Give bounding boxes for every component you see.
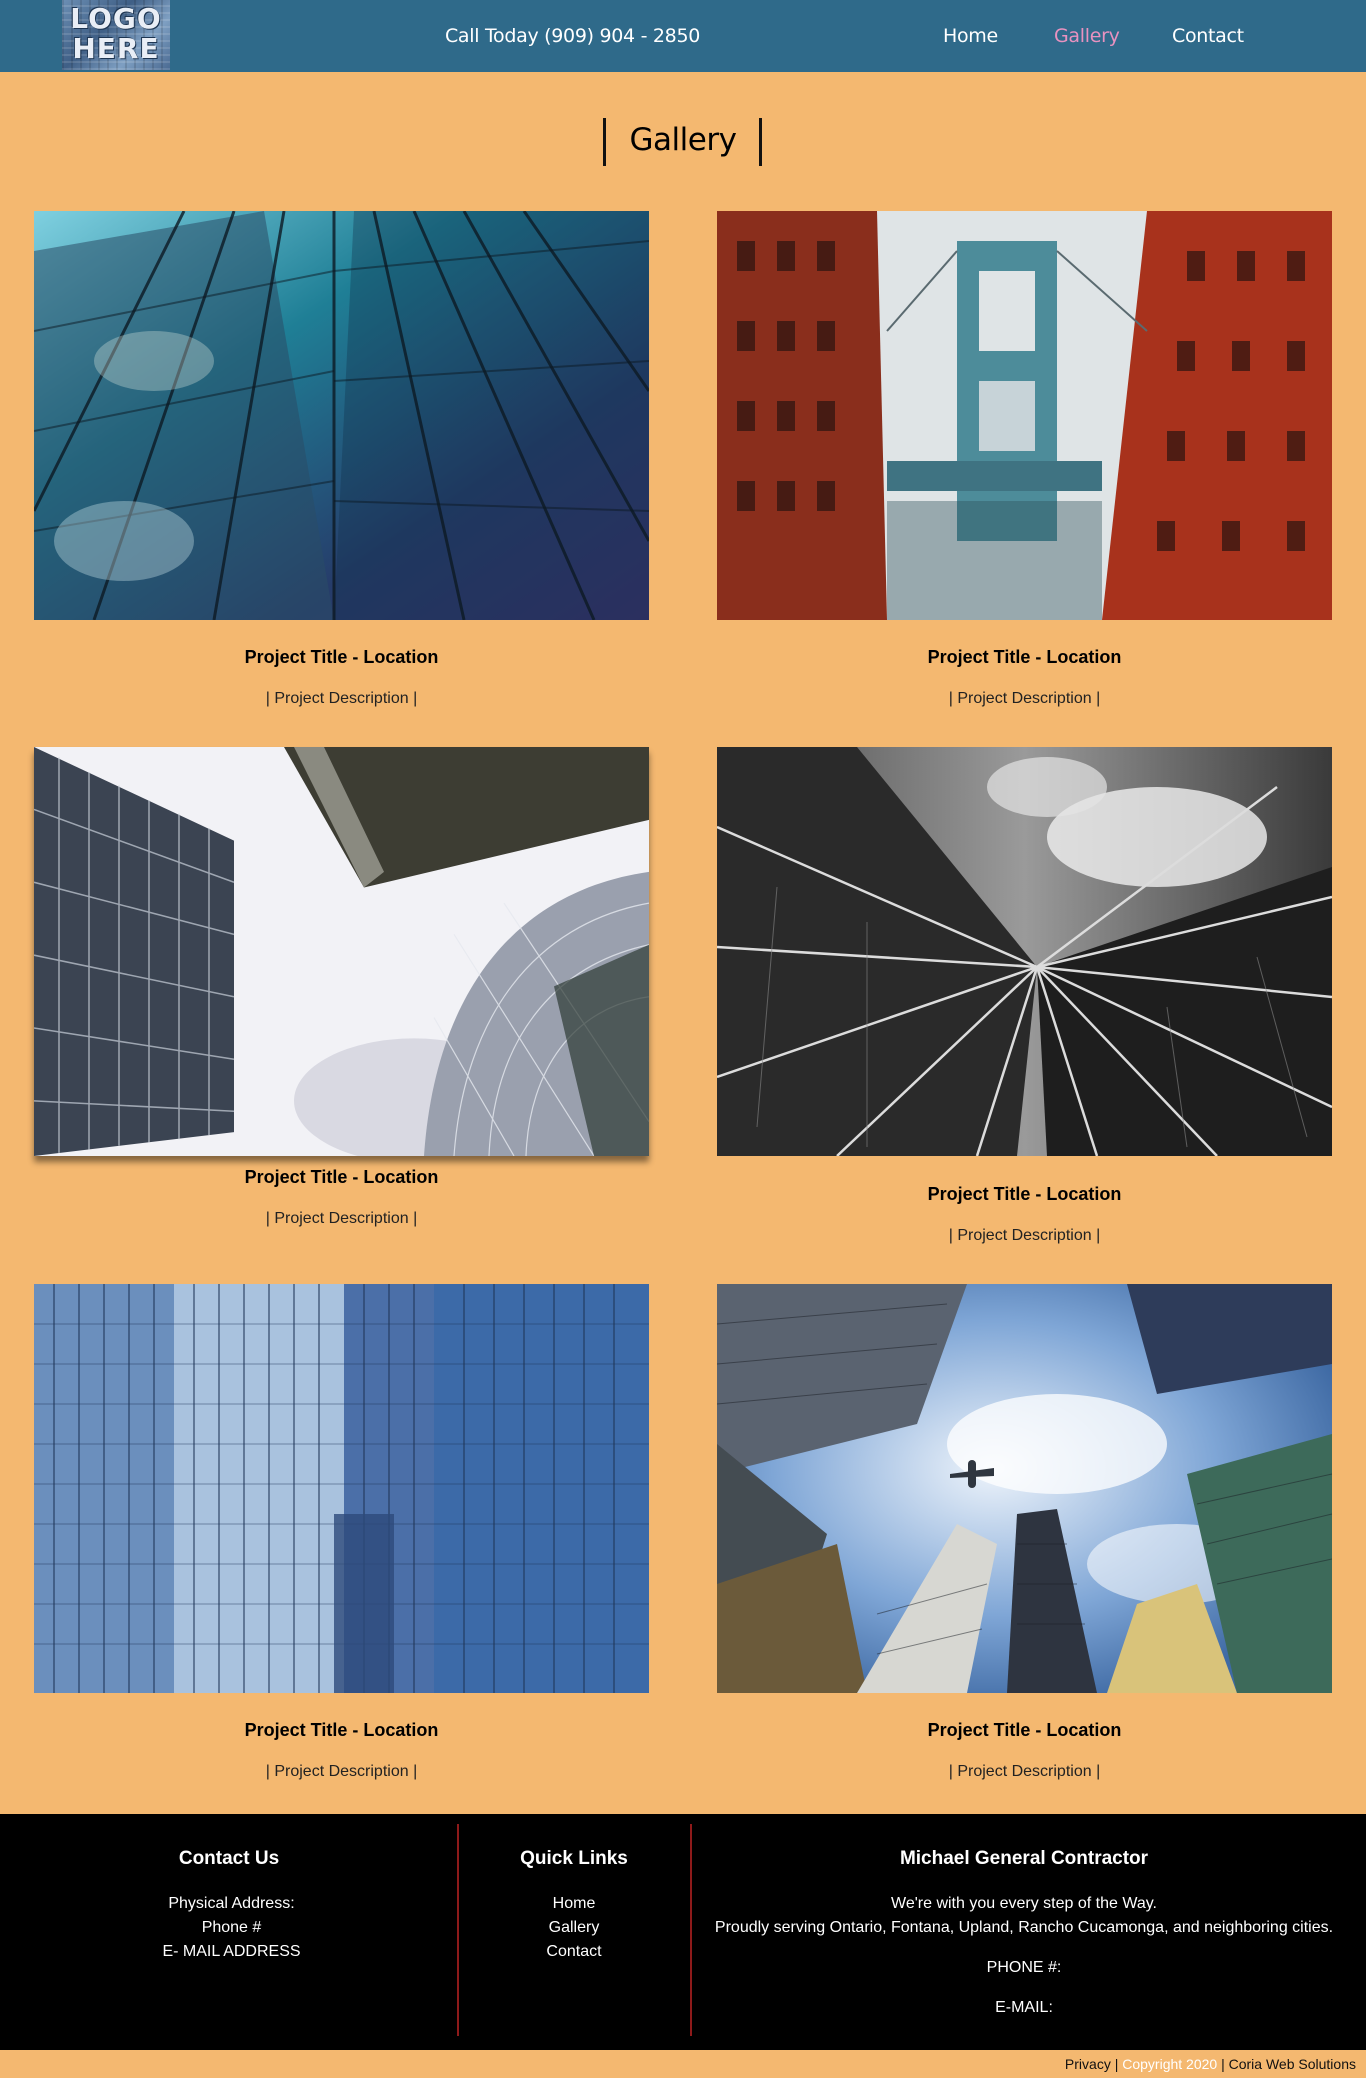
gallery-image-3[interactable] xyxy=(34,747,649,1156)
nav-contact[interactable]: Contact xyxy=(1172,0,1244,72)
privacy-link[interactable]: Privacy xyxy=(1065,2056,1111,2072)
logo-text-line1: LOGO xyxy=(70,2,162,35)
page-title: Gallery xyxy=(629,122,737,158)
footer-phone-label: PHONE #: xyxy=(986,1959,1062,1976)
separator: | xyxy=(1217,2056,1229,2072)
gallery-image-6[interactable] xyxy=(717,1284,1332,1693)
site-footer: Contact Us Physical Address: Phone # E- … xyxy=(0,1814,1366,2050)
footer-service-area: Proudly serving Ontario, Fontana, Upland… xyxy=(714,1919,1334,1936)
project-description-3: | Project Description | xyxy=(265,1210,418,1227)
project-description-4: | Project Description | xyxy=(948,1227,1101,1244)
footer-phone: Phone # xyxy=(201,1919,262,1936)
copyright-text: Copyright 2020 xyxy=(1122,2056,1218,2072)
project-description-6: | Project Description | xyxy=(948,1763,1101,1780)
office-towers-white-sky-photo xyxy=(34,747,649,1156)
footer-link-home[interactable]: Home xyxy=(459,1892,689,1916)
blue-glass-office-buildings-photo xyxy=(34,1284,649,1693)
black-white-glass-tower-photo xyxy=(717,747,1332,1156)
skyscrapers-sky-airplane-photo xyxy=(717,1284,1332,1693)
project-title-5[interactable]: Project Title - Location xyxy=(34,1720,649,1741)
project-description-2: | Project Description | xyxy=(948,690,1101,707)
credit-link[interactable]: Coria Web Solutions xyxy=(1229,2056,1356,2072)
logo[interactable]: LOGO HERE xyxy=(62,0,170,70)
footer-company-heading: Michael General Contractor xyxy=(899,1848,1149,1869)
footer-quick-links-heading: Quick Links xyxy=(520,1848,628,1869)
separator: | xyxy=(1110,2056,1123,2072)
project-title-2[interactable]: Project Title - Location xyxy=(717,647,1332,668)
footer-address: Physical Address: xyxy=(168,1895,295,1912)
nav-home[interactable]: Home xyxy=(943,0,998,72)
header-phone[interactable]: Call Today (909) 904 - 2850 xyxy=(400,0,745,72)
nav-gallery[interactable]: Gallery xyxy=(1054,0,1120,72)
footer-link-gallery[interactable]: Gallery xyxy=(459,1916,689,1940)
footer-email-label: E-MAIL: xyxy=(995,1999,1053,2016)
project-title-4[interactable]: Project Title - Location xyxy=(717,1184,1332,1205)
site-header: LOGO HERE Call Today (909) 904 - 2850 Ho… xyxy=(0,0,1366,72)
gallery-image-1[interactable] xyxy=(34,211,649,620)
footer-contact-heading: Contact Us xyxy=(178,1848,280,1869)
gallery-image-2[interactable] xyxy=(717,211,1332,620)
project-description-5: | Project Description | xyxy=(265,1763,418,1780)
project-description-1: | Project Description | xyxy=(265,690,418,707)
title-divider-right xyxy=(759,118,762,166)
project-title-6[interactable]: Project Title - Location xyxy=(717,1720,1332,1741)
footer-tagline: We're with you every step of the Way. xyxy=(891,1895,1157,1912)
glass-skyscraper-teal-photo xyxy=(34,211,649,620)
footer-link-contact[interactable]: Contact xyxy=(459,1940,689,1964)
project-title-1[interactable]: Project Title - Location xyxy=(34,647,649,668)
footer-email: E- MAIL ADDRESS xyxy=(162,1943,301,1960)
footer-bottom-bar: Privacy | Copyright 2020 | Coria Web Sol… xyxy=(0,2050,1366,2078)
gallery-image-5[interactable] xyxy=(34,1284,649,1693)
page-title-block: Gallery xyxy=(0,118,1366,168)
project-title-3[interactable]: Project Title - Location xyxy=(34,1167,649,1188)
logo-text-line2: HERE xyxy=(72,32,160,65)
manhattan-bridge-brick-buildings-photo xyxy=(717,211,1332,620)
gallery-image-4[interactable] xyxy=(717,747,1332,1156)
